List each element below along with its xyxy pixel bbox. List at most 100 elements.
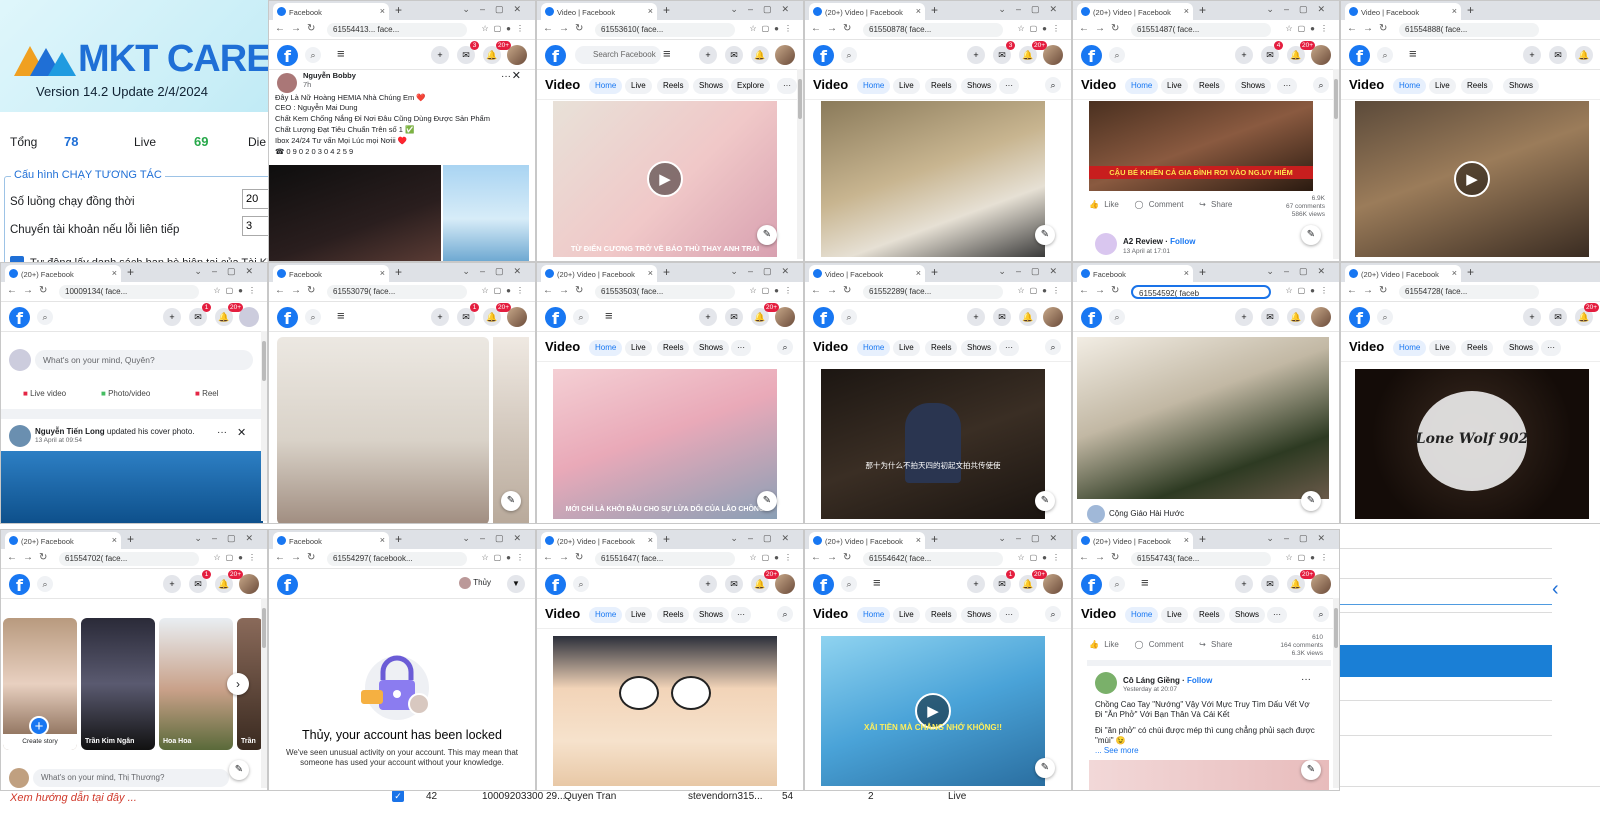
toolbar-icons[interactable]: ☆▢●⋮ [1017,24,1065,33]
browser-tab[interactable]: Video | Facebook × [1345,3,1461,20]
window-controls[interactable]: ⌄–▢✕ [730,533,799,544]
grid-checkbox[interactable]: ✓ [392,790,404,802]
tab-live[interactable]: Live [625,607,652,623]
more-icon[interactable]: ··· [501,71,511,82]
post-author[interactable]: Nguyễn Tiến Long [35,427,105,436]
tab-shows[interactable]: Shows [693,78,730,94]
video-player[interactable] [1077,337,1329,499]
video-player[interactable]: ▶ [1355,101,1589,257]
tab-shows[interactable]: Shows [1503,78,1540,94]
close-icon[interactable]: ✕ [512,69,521,82]
comment-button[interactable]: ◯ Comment [1135,640,1184,649]
close-tab-icon[interactable]: × [1452,268,1457,278]
create-icon[interactable]: + [1235,46,1253,64]
facebook-logo-icon[interactable]: f [1081,307,1102,328]
share-button[interactable]: ↪ Share [1199,640,1232,649]
compose-icon[interactable]: ✎ [1035,491,1055,511]
browser-tab[interactable]: Video | Facebook × [809,265,925,282]
nav-buttons-icon[interactable]: ←→↻ [1079,23,1125,34]
create-icon[interactable]: + [1235,308,1253,326]
search-icon[interactable]: ⌕ [841,309,857,325]
search-input[interactable]: Search Facebook [575,46,661,64]
window-controls[interactable]: ⌄–▢✕ [1266,4,1335,15]
switch-input[interactable] [242,216,270,236]
video-player[interactable] [821,101,1045,257]
avatar[interactable] [1043,574,1063,594]
tab-reels[interactable]: Reels [1461,340,1494,356]
address-bar[interactable]: 61553503( face... [595,285,735,299]
notifications-icon[interactable]: 🔔 [1575,46,1593,64]
avatar[interactable] [9,425,31,447]
scroll-left-icon[interactable]: ‹ [1552,578,1600,608]
search-icon[interactable]: ⌕ [37,309,53,325]
new-tab-icon[interactable]: + [395,532,402,546]
more-icon[interactable]: ··· [999,78,1019,94]
scrollbar[interactable] [1333,598,1339,788]
composer-input[interactable]: What's on your mind, Quyên? [35,350,253,370]
window-controls[interactable]: ⌄–▢✕ [462,4,531,15]
selected-grid-row[interactable] [1340,645,1552,677]
create-icon[interactable]: + [1523,46,1541,64]
new-tab-icon[interactable]: + [931,3,938,17]
close-tab-icon[interactable]: × [112,268,117,278]
notifications-icon[interactable]: 🔔 [1287,308,1305,326]
avatar[interactable] [1311,307,1331,327]
window-controls[interactable]: ⌄–▢✕ [998,4,1067,15]
nav-buttons-icon[interactable]: ←→↻ [275,23,321,34]
search-icon[interactable]: ⌕ [1045,606,1061,622]
toolbar-icons[interactable]: ☆▢●⋮ [481,553,529,562]
tab-live[interactable]: Live [1161,78,1188,94]
toolbar-icons[interactable]: ☆▢●⋮ [1285,286,1333,295]
close-tab-icon[interactable]: × [380,535,385,545]
facebook-logo-icon[interactable]: f [813,45,834,66]
toolbar-icons[interactable]: ☆▢●⋮ [1285,553,1333,562]
nav-buttons-icon[interactable]: ←→↻ [275,552,321,563]
search-icon[interactable]: ⌕ [777,606,793,622]
browser-tab[interactable]: Facebook × [273,532,389,549]
avatar[interactable] [239,307,259,327]
close-tab-icon[interactable]: × [916,268,921,278]
close-tab-icon[interactable]: × [1452,6,1457,16]
search-icon[interactable]: ⌕ [1377,47,1393,63]
tab-live[interactable]: Live [625,340,652,356]
close-tab-icon[interactable]: × [112,535,117,545]
guide-link[interactable]: Xem hướng dẫn tại đây ... [10,792,137,804]
video-player[interactable]: 那十为什么不拍天四的初起文拍共传使使 [821,369,1045,519]
create-icon[interactable]: + [967,308,985,326]
avatar[interactable] [1095,233,1117,255]
tab-reels[interactable]: Reels [657,607,690,623]
tab-home[interactable]: Home [589,78,623,94]
address-bar[interactable]: 61553079( face... [327,285,467,299]
address-bar[interactable]: 61554297( facebook... [327,552,467,566]
avatar[interactable] [507,307,527,327]
compose-icon[interactable]: ✎ [1301,760,1321,780]
search-icon[interactable]: ⌕ [573,576,589,592]
window-controls[interactable]: ⌄–▢✕ [194,533,263,544]
compose-icon[interactable]: ✎ [1035,225,1055,245]
more-icon[interactable]: ··· [1541,340,1561,356]
compose-icon[interactable]: ✎ [757,225,777,245]
new-tab-icon[interactable]: + [127,265,134,279]
avatar[interactable] [1311,45,1331,65]
avatar[interactable] [239,574,259,594]
new-tab-icon[interactable]: + [1199,3,1206,17]
search-icon[interactable]: ⌕ [305,47,321,63]
tab-home[interactable]: Home [1393,340,1427,356]
new-tab-icon[interactable]: + [1199,265,1206,279]
close-tab-icon[interactable]: × [648,535,653,545]
nav-buttons-icon[interactable]: ←→↻ [7,552,53,563]
tab-reels[interactable]: Reels [925,78,958,94]
close-tab-icon[interactable]: × [1184,6,1189,16]
tab-home[interactable]: Home [1125,607,1159,623]
address-bar[interactable]: 61554413... face... [327,23,467,37]
address-bar[interactable]: 61551647( face... [595,552,735,566]
create-icon[interactable]: + [1523,308,1541,326]
compose-icon[interactable]: ✎ [757,491,777,511]
share-button[interactable]: ↪ Share [1199,200,1232,209]
nav-buttons-icon[interactable]: ←→↻ [1347,285,1393,296]
close-tab-icon[interactable]: × [1184,535,1189,545]
search-icon[interactable]: ⌕ [573,309,589,325]
messenger-icon[interactable]: ✉ [725,308,743,326]
tab-home[interactable]: Home [589,607,623,623]
nav-buttons-icon[interactable]: ←→↻ [1347,23,1393,34]
